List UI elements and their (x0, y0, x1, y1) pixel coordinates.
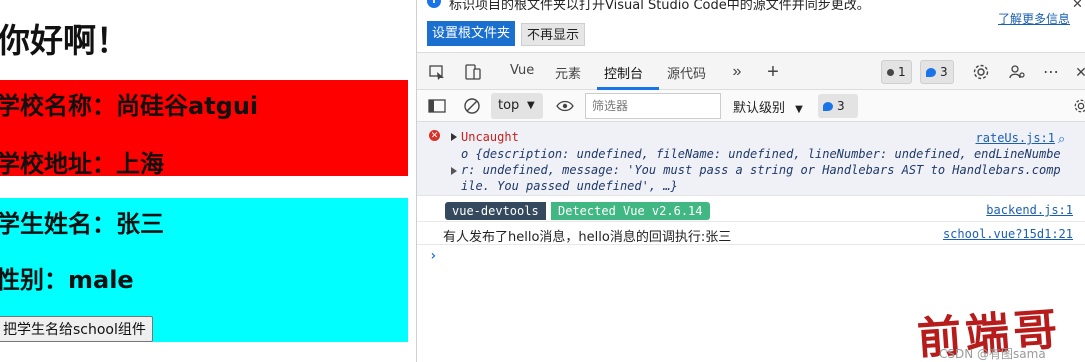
vue-version-badge: Detected Vue v2.6.14 (551, 202, 710, 220)
error-line-2: r: undefined, message: 'You must pass a … (461, 163, 1061, 177)
sidebar-toggle-icon[interactable] (427, 96, 447, 116)
filter-issues-counter[interactable]: 3 (818, 94, 858, 118)
search-icon[interactable]: ⌕ (1058, 131, 1065, 147)
devtools-tabbar: Vue 元素 控制台 源代码 » + 1 3 ⋯ ✕ (417, 52, 1085, 90)
tab-elements[interactable]: 元素 (555, 63, 581, 82)
watermark-caption: CSDN @有图sama (939, 347, 1046, 361)
caret-down-icon: ▼ (527, 100, 535, 111)
devtools-panel: i 标识项目的根文件夹以打开Visual Studio Code中的源文件并同步… (417, 0, 1085, 362)
school-address: 学校地址：上海 (0, 150, 164, 178)
student-name: 学生姓名：张三 (0, 210, 164, 238)
console-settings-gear-icon[interactable] (1071, 96, 1085, 116)
learn-more-link[interactable]: 了解更多信息 (998, 10, 1070, 27)
filter-input[interactable] (585, 93, 721, 119)
context-select[interactable]: top ▼ (491, 93, 543, 119)
student-gender: 性别：male (0, 266, 134, 294)
console-filterbar: top▼ 默认级别 ▼ 3 (417, 90, 1085, 122)
issues-counter[interactable]: 3 (920, 60, 954, 84)
error-title: Uncaught (461, 130, 519, 144)
console-error-entry: ✕ Uncaught rateUs.js:1 ⌕ o {description:… (417, 122, 1085, 196)
inspect-element-icon[interactable] (427, 62, 447, 82)
send-student-name-button[interactable]: 把学生名给school组件 (0, 316, 153, 342)
error-line-1: o {description: undefined, fileName: und… (461, 147, 1061, 161)
tab-vue[interactable]: Vue (510, 63, 534, 78)
dont-show-again-button[interactable]: 不再显示 (521, 23, 586, 46)
user-feedback-icon[interactable] (1007, 62, 1027, 82)
add-tab-icon[interactable]: + (763, 61, 783, 83)
infobar: i 标识项目的根文件夹以打开Visual Studio Code中的源文件并同步… (417, 0, 1085, 52)
set-root-folder-button[interactable]: 设置根文件夹 (427, 21, 516, 46)
errors-counter[interactable]: 1 (881, 60, 912, 84)
infobar-message: 标识项目的根文件夹以打开Visual Studio Code中的源文件并同步更改… (449, 0, 870, 13)
backend-source-link[interactable]: backend.js:1 (986, 203, 1073, 217)
close-icon[interactable]: ✕ (1072, 0, 1083, 12)
error-dot-icon (887, 69, 894, 76)
school-component: 学校名称：尚硅谷atgui 学校地址：上海 (0, 80, 408, 178)
tab-sources[interactable]: 源代码 (667, 63, 706, 82)
expand-triangle-icon[interactable] (451, 133, 457, 141)
page-heading: 你好啊！ (0, 21, 129, 60)
log-levels-dropdown[interactable]: 默认级别 ▼ (733, 97, 803, 116)
info-icon: i (427, 0, 441, 8)
error-source-link[interactable]: rateUs.js:1 (976, 131, 1055, 145)
caret-down-icon: ▼ (795, 104, 803, 115)
vue-devtools-entry: vue-devtools Detected Vue v2.6.14 backen… (417, 198, 1085, 222)
eye-icon[interactable] (555, 96, 575, 116)
error-icon: ✕ (429, 130, 440, 141)
vue-devtools-badge: vue-devtools (445, 202, 546, 220)
device-toolbar-icon[interactable] (463, 62, 483, 82)
message-bubble-icon (926, 68, 936, 77)
clear-console-icon[interactable] (462, 96, 482, 116)
school-name: 学校名称：尚硅谷atgui (0, 92, 259, 120)
gear-icon[interactable] (971, 62, 991, 82)
close-devtools-icon[interactable]: ✕ (1071, 62, 1085, 82)
more-tabs-icon[interactable]: » (727, 62, 747, 82)
expand-object-icon[interactable] (451, 167, 457, 175)
console-prompt[interactable]: › (429, 248, 437, 264)
console-log-entry: 有人发布了hello消息，hello消息的回调执行:张三 school.vue?… (417, 223, 1085, 245)
message-bubble-icon (823, 102, 833, 111)
tab-console[interactable]: 控制台 (604, 63, 643, 82)
app-page: 你好啊！ 学校名称：尚硅谷atgui 学校地址：上海 学生姓名：张三 性别：ma… (0, 0, 416, 362)
error-line-3: ile. You passed undefined', …} (461, 179, 678, 193)
school-vue-source-link[interactable]: school.vue?15d1:21 (943, 227, 1073, 241)
log-message: 有人发布了hello消息，hello消息的回调执行:张三 (443, 230, 732, 245)
more-options-icon[interactable]: ⋯ (1041, 62, 1061, 82)
